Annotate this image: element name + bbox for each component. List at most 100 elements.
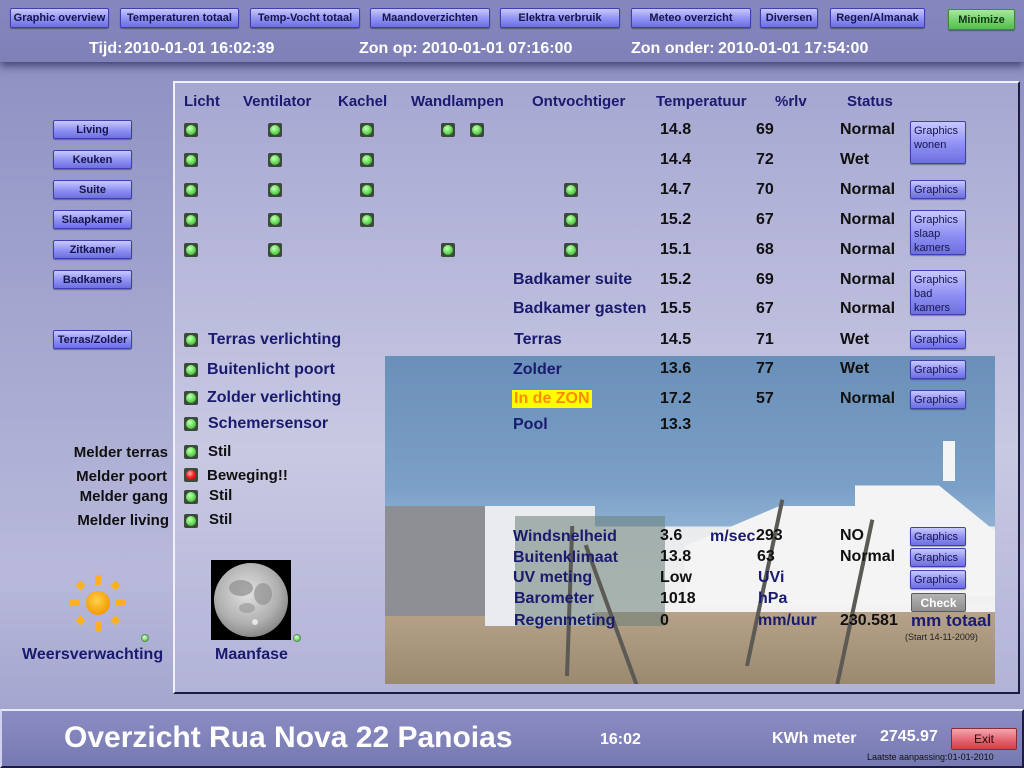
keuken-kachel-led[interactable] — [360, 153, 374, 167]
living-kachel-led[interactable] — [360, 123, 374, 137]
suite-ventilator-led[interactable] — [268, 183, 282, 197]
slaapkamer-kachel-led[interactable] — [360, 213, 374, 227]
melder-poort-led — [184, 468, 198, 482]
graphics-klimaat-button[interactable]: Graphics — [910, 548, 966, 567]
terras-temp: 14.5 — [660, 331, 692, 348]
nav-maandoverzichten-button[interactable]: Maandoverzichten — [370, 8, 490, 28]
time-value: 2010-01-01 16:02:39 — [124, 40, 275, 57]
badkamer-suite-label: Badkamer suite — [513, 271, 633, 288]
keuken-rlv: 72 — [756, 151, 774, 168]
wind-unit: m/sec — [710, 528, 756, 545]
buitenklimaat-status: Normal — [840, 548, 896, 565]
sunset-value: 2010-01-01 17:54:00 — [718, 40, 869, 57]
melder-gang-label: Melder gang — [79, 488, 168, 505]
maanfase-label: Maanfase — [215, 646, 288, 663]
nav-meteo-overzicht-button[interactable]: Meteo overzicht — [631, 8, 751, 28]
slaapkamer-ontvochtiger-led[interactable] — [564, 213, 578, 227]
living-rlv: 69 — [756, 121, 774, 138]
weather-forecast-sun-icon[interactable] — [68, 573, 128, 633]
graphics-badkamers-button[interactable]: Graphics bad kamers — [910, 270, 966, 315]
graphics-terras-button[interactable]: Graphics — [910, 330, 966, 349]
zitkamer-ontvochtiger-led[interactable] — [564, 243, 578, 257]
zitkamer-ventilator-led[interactable] — [268, 243, 282, 257]
nav-graphic-overview-button[interactable]: Graphic overview — [10, 8, 109, 28]
melder-gang-state: Stil — [209, 487, 233, 504]
zon-rlv: 57 — [756, 390, 774, 407]
terras-rlv: 71 — [756, 331, 774, 348]
room-terras-zolder-button[interactable]: Terras/Zolder — [53, 330, 132, 349]
badkamer-suite-temp: 15.2 — [660, 271, 692, 288]
nav-elektra-verbruik-button[interactable]: Elektra verbruik — [500, 8, 620, 28]
room-living-button[interactable]: Living — [53, 120, 132, 139]
graphics-uv-button[interactable]: Graphics — [910, 570, 966, 589]
room-suite-button[interactable]: Suite — [53, 180, 132, 199]
room-keuken-button[interactable]: Keuken — [53, 150, 132, 169]
graphics-zon-button[interactable]: Graphics — [910, 390, 966, 409]
badkamer-gasten-temp: 15.5 — [660, 300, 692, 317]
room-badkamers-button[interactable]: Badkamers — [53, 270, 132, 289]
graphics-wonen-button[interactable]: Graphics wonen — [910, 121, 966, 164]
zolder-status: Wet — [840, 360, 870, 377]
zolder-verlichting-led[interactable] — [184, 391, 198, 405]
regen-total: 230.581 — [840, 612, 898, 629]
nav-temp-vocht-totaal-button[interactable]: Temp-Vocht totaal — [250, 8, 360, 28]
melder-terras-led — [184, 445, 198, 459]
col-wandlampen: Wandlampen — [411, 93, 504, 110]
melder-terras-state: Stil — [208, 443, 232, 460]
zitkamer-licht-led[interactable] — [184, 243, 198, 257]
keuken-ventilator-led[interactable] — [268, 153, 282, 167]
graphics-slaapkamers-button[interactable]: Graphics slaap kamers — [910, 210, 966, 255]
suite-ontvochtiger-led[interactable] — [564, 183, 578, 197]
suite-temp: 14.7 — [660, 181, 692, 198]
zolder-sensor-label: Zolder — [513, 361, 562, 378]
room-slaapkamer-button[interactable]: Slaapkamer — [53, 210, 132, 229]
terras-verlichting-led[interactable] — [184, 333, 198, 347]
nav-regen-almanak-button[interactable]: Regen/Almanak — [830, 8, 925, 28]
slaapkamer-status: Normal — [840, 211, 896, 228]
melder-living-label: Melder living — [77, 512, 169, 529]
regen-start-date: (Start 14-11-2009) — [905, 632, 978, 642]
exit-button[interactable]: Exit — [951, 728, 1017, 750]
graphics-suite-button[interactable]: Graphics — [910, 180, 966, 199]
slaapkamer-ventilator-led[interactable] — [268, 213, 282, 227]
buitenklimaat-rlv: 63 — [757, 548, 775, 565]
buitenklimaat-label: Buitenklimaat — [513, 549, 618, 566]
buitenlicht-poort-label: Buitenlicht poort — [207, 361, 335, 378]
badkamer-gasten-label: Badkamer gasten — [513, 300, 647, 317]
slaapkamer-licht-led[interactable] — [184, 213, 198, 227]
buitenklimaat-temp: 13.8 — [660, 548, 692, 565]
buitenlicht-poort-led[interactable] — [184, 363, 198, 377]
schemersensor-led — [184, 417, 198, 431]
nav-temperaturen-totaal-button[interactable]: Temperaturen totaal — [120, 8, 239, 28]
room-zitkamer-button[interactable]: Zitkamer — [53, 240, 132, 259]
badkamer-gasten-status: Normal — [840, 300, 896, 317]
nav-diversen-button[interactable]: Diversen — [760, 8, 818, 28]
col-licht: Licht — [184, 93, 220, 110]
col-ontvochtiger: Ontvochtiger — [532, 93, 626, 110]
zitkamer-wandlamp-led[interactable] — [441, 243, 455, 257]
living-ventilator-led[interactable] — [268, 123, 282, 137]
living-wandlamp-led[interactable] — [470, 123, 484, 137]
footer-clock: 16:02 — [600, 731, 641, 748]
barometer-label: Barometer — [514, 590, 595, 607]
suite-licht-led[interactable] — [184, 183, 198, 197]
badkamer-gasten-rlv: 67 — [756, 300, 774, 317]
keuken-licht-led[interactable] — [184, 153, 198, 167]
minimize-button[interactable]: Minimize — [948, 9, 1015, 30]
wind-value: 3.6 — [660, 527, 683, 544]
regen-unit: mm/uur — [758, 612, 817, 629]
moon-phase-icon[interactable] — [211, 560, 291, 640]
in-de-zon-label: In de ZON — [512, 390, 592, 408]
check-button[interactable]: Check — [911, 593, 966, 612]
living-wandlamp-led[interactable] — [441, 123, 455, 137]
col-temperatuur: Temperatuur — [656, 93, 747, 110]
terras-status: Wet — [840, 331, 870, 348]
suite-kachel-led[interactable] — [360, 183, 374, 197]
kwh-value: 2745.97 — [880, 728, 938, 745]
living-licht-led[interactable] — [184, 123, 198, 137]
zitkamer-status: Normal — [840, 241, 896, 258]
melder-poort-state: Beweging!! — [207, 467, 288, 484]
pool-label: Pool — [513, 416, 548, 433]
graphics-zolder-button[interactable]: Graphics — [910, 360, 966, 379]
graphics-wind-button[interactable]: Graphics — [910, 527, 966, 546]
